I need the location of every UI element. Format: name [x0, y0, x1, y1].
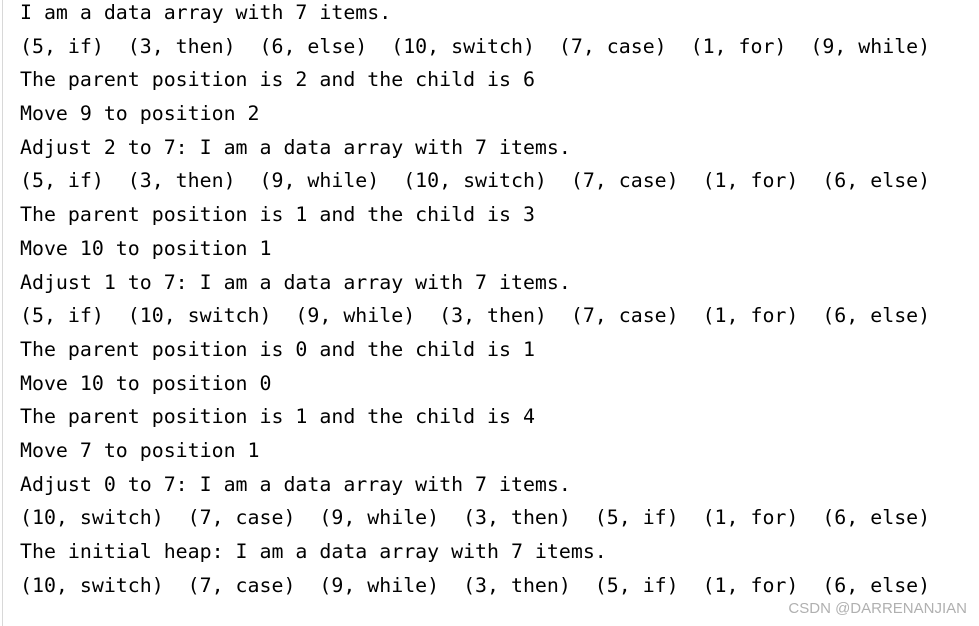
console-line: The parent position is 2 and the child i…	[20, 68, 535, 92]
console-line: Adjust 2 to 7: I am a data array with 7 …	[20, 135, 571, 159]
console-line: (10, switch) (7, case) (9, while) (3, th…	[20, 506, 931, 530]
console-line: The parent position is 1 and the child i…	[20, 203, 535, 227]
console-line: The parent position is 1 and the child i…	[20, 405, 535, 429]
console-line: The parent position is 0 and the child i…	[20, 337, 535, 361]
console-line: Move 10 to position 0	[20, 371, 272, 395]
console-line: (5, if) (3, then) (9, while) (10, switch…	[20, 169, 931, 193]
console-line: Move 7 to position 1	[20, 438, 260, 462]
console-line: (5, if) (10, switch) (9, while) (3, then…	[20, 304, 931, 328]
left-border	[2, 0, 3, 626]
console-line: (10, switch) (7, case) (9, while) (3, th…	[20, 573, 931, 597]
console-line: (5, if) (3, then) (6, else) (10, switch)…	[20, 34, 931, 58]
console-line: The initial heap: I am a data array with…	[20, 540, 607, 563]
console-line: Move 10 to position 1	[20, 236, 272, 260]
console-line: Move 9 to position 2	[20, 102, 260, 126]
console-line: Adjust 1 to 7: I am a data array with 7 …	[20, 270, 571, 294]
console-line: Adjust 0 to 7: I am a data array with 7 …	[20, 472, 571, 496]
console-line: I am a data array with 7 items.	[20, 1, 392, 24]
console-output: I am a data array with 7 items. (5, if) (…	[20, 0, 930, 602]
watermark: CSDN @DARRENANJIAN	[788, 600, 967, 617]
